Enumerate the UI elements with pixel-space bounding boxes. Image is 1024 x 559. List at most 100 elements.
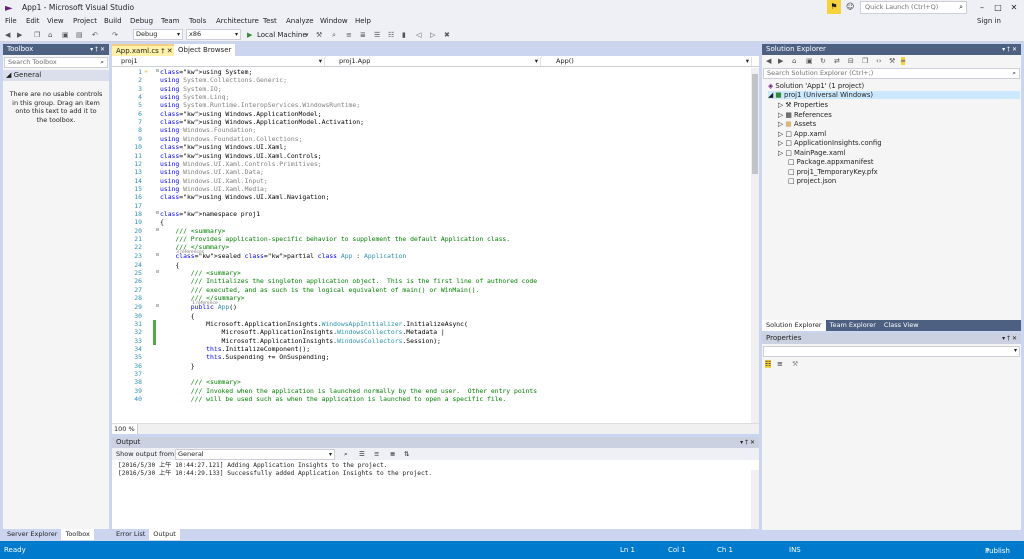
code-line[interactable]: class="kw">using Windows.ApplicationMode…: [160, 118, 364, 126]
back-icon[interactable]: ◀: [5, 30, 10, 40]
pin-icon[interactable]: ▾ † ✕: [1002, 333, 1017, 344]
code-line[interactable]: /// executed, and as such is the logical…: [160, 286, 480, 294]
zoom-select[interactable]: 100 %: [112, 424, 138, 434]
clear-all-icon[interactable]: ☰: [359, 448, 365, 460]
menu-test[interactable]: Test: [263, 17, 277, 25]
sign-in-link[interactable]: Sign in: [977, 17, 1001, 25]
menu-help[interactable]: Help: [355, 17, 371, 25]
show-all-files-icon[interactable]: ❐: [862, 57, 868, 65]
code-line[interactable]: /// Initializes the singleton applicatio…: [160, 277, 537, 285]
tree-item-appinsights-config[interactable]: ▷ □ ApplicationInsights.config: [778, 139, 882, 147]
tree-item-references[interactable]: ▷ ▦ References: [778, 111, 832, 119]
pending-changes-icon[interactable]: ▣: [806, 57, 813, 65]
collapse-outline-icon[interactable]: ⊟: [156, 210, 159, 216]
code-line[interactable]: class="kw">using Windows.UI.Xaml.Navigat…: [160, 193, 329, 201]
tab-toolbox[interactable]: Toolbox: [61, 529, 94, 540]
properties-object-select[interactable]: ▾: [763, 346, 1020, 357]
code-line[interactable]: using Windows.Foundation;: [160, 126, 256, 134]
code-line[interactable]: class="kw">using Windows.UI.Xaml;: [160, 143, 287, 151]
output-source-select[interactable]: General ▾: [175, 449, 335, 460]
code-line[interactable]: using Windows.UI.Xaml.Controls.Primitive…: [160, 160, 322, 168]
pin-icon[interactable]: ▾ † ✕: [1002, 44, 1017, 55]
code-line[interactable]: Microsoft.ApplicationInsights.WindowsApp…: [160, 320, 468, 328]
code-line[interactable]: using Windows.UI.Xaml.Data;: [160, 168, 264, 176]
code-line[interactable]: /// <summary>: [160, 378, 241, 386]
code-line[interactable]: using Windows.UI.Xaml.Media;: [160, 185, 268, 193]
solution-search-input[interactable]: Search Solution Explorer (Ctrl+;) ⌕: [763, 68, 1020, 79]
toolbox-group-general[interactable]: ◢ General: [3, 70, 109, 81]
property-pages-icon[interactable]: ⚒: [792, 360, 798, 368]
lightbulb-icon[interactable]: ☀: [144, 68, 148, 76]
quick-launch-input[interactable]: Quick Launch (Ctrl+Q) ⌕: [860, 1, 967, 14]
pin-icon[interactable]: †: [161, 47, 165, 55]
menu-build[interactable]: Build: [104, 17, 122, 25]
next-bookmark-icon[interactable]: ▷: [430, 30, 435, 40]
code-line[interactable]: /// <summary>: [160, 269, 241, 277]
preview-icon[interactable]: ═: [901, 57, 906, 65]
code-line[interactable]: {: [160, 261, 179, 269]
code-line[interactable]: /// <summary>: [160, 227, 225, 235]
code-line[interactable]: {: [160, 218, 164, 226]
refresh-icon[interactable]: ↻: [820, 57, 826, 65]
new-project-icon[interactable]: ❐: [34, 30, 40, 40]
menu-tools[interactable]: Tools: [189, 17, 206, 25]
menu-debug[interactable]: Debug: [130, 17, 153, 25]
code-line[interactable]: /// Provides application-specific behavi…: [160, 235, 510, 243]
redo-icon[interactable]: ↷: [112, 30, 118, 40]
code-line[interactable]: class="kw">namespace proj1: [160, 210, 260, 218]
close-icon[interactable]: ✕: [167, 47, 173, 55]
code-line[interactable]: using System.Runtime.InteropServices.Win…: [160, 101, 360, 109]
tab-output[interactable]: Output: [149, 529, 180, 540]
maximize-button[interactable]: □: [991, 2, 1005, 14]
code-line[interactable]: class="kw">sealed class="kw">partial cla…: [160, 252, 406, 260]
view-code-icon[interactable]: ‹›: [876, 57, 882, 65]
clear-bookmarks-icon[interactable]: ✖: [444, 30, 450, 40]
code-line[interactable]: using System.IO;: [160, 85, 222, 93]
member-nav-dropdown[interactable]: App() ▾: [544, 57, 752, 66]
tree-item-mainpage-xaml[interactable]: ▷ □ MainPage.xaml: [778, 149, 846, 157]
project-nav-dropdown[interactable]: proj1 ▾: [112, 57, 325, 66]
forward-icon[interactable]: ▶: [778, 57, 783, 65]
alphabetical-icon[interactable]: ≡: [777, 360, 783, 368]
forward-icon[interactable]: ▶: [17, 30, 22, 40]
feedback-icon[interactable]: ☺: [846, 2, 854, 11]
editor-vertical-scrollbar[interactable]: [751, 68, 759, 423]
home-icon[interactable]: ⌂: [792, 57, 796, 65]
output-scrollbar[interactable]: [751, 470, 759, 529]
goto-next-icon[interactable]: ⇅: [404, 448, 409, 460]
menu-window[interactable]: Window: [320, 17, 348, 25]
code-line[interactable]: }: [160, 362, 195, 370]
comment-icon[interactable]: ☰: [374, 30, 380, 40]
configuration-select[interactable]: Debug ▾: [133, 29, 183, 40]
menu-project[interactable]: Project: [73, 17, 97, 25]
code-line[interactable]: using Windows.UI.Xaml.Input;: [160, 177, 268, 185]
tree-item-temporary-key[interactable]: □ proj1_TemporaryKey.pfx: [788, 168, 878, 176]
collapse-outline-icon[interactable]: ⊟: [156, 269, 159, 275]
code-line[interactable]: /// Invoked when the application is laun…: [160, 387, 537, 395]
uncomment-icon[interactable]: ☷: [388, 30, 394, 40]
save-all-icon[interactable]: ▤: [76, 30, 83, 40]
toolbox-search-input[interactable]: Search Toolbox ⌕: [4, 57, 108, 68]
collapse-all-icon[interactable]: ⊟: [848, 57, 854, 65]
collapse-outline-icon[interactable]: ⊟: [156, 227, 159, 233]
tree-item-assets[interactable]: ▷ ■ Assets: [778, 120, 816, 128]
code-line[interactable]: class="kw">using Windows.UI.Xaml.Control…: [160, 152, 322, 160]
chevron-down-icon[interactable]: ▾: [305, 30, 309, 40]
tab-team-explorer[interactable]: Team Explorer: [826, 320, 880, 331]
code-line[interactable]: /// will be used such as when the applic…: [160, 395, 507, 403]
sync-icon[interactable]: ⇄: [834, 57, 840, 65]
indent-icon[interactable]: ≡: [346, 30, 352, 40]
code-line[interactable]: using System.Collections.Generic;: [160, 76, 287, 84]
outdent-icon[interactable]: ≣: [360, 30, 366, 40]
undo-icon[interactable]: ↶: [92, 30, 98, 40]
close-button[interactable]: ✕: [1007, 2, 1021, 14]
collapse-outline-icon[interactable]: ⊟: [156, 252, 159, 258]
notification-flag-icon[interactable]: ⚑: [827, 0, 841, 14]
collapse-outline-icon[interactable]: ⊟: [156, 68, 159, 74]
tree-item-properties[interactable]: ▷ ⚒ Properties: [778, 101, 828, 109]
tab-app-xaml-cs[interactable]: App.xaml.cs † ✕: [112, 44, 177, 56]
tab-solution-explorer[interactable]: Solution Explorer: [762, 320, 826, 331]
properties-icon[interactable]: ⚒: [889, 57, 895, 65]
code-line[interactable]: {: [160, 312, 195, 320]
code-line[interactable]: this.InitializeComponent();: [160, 345, 310, 353]
